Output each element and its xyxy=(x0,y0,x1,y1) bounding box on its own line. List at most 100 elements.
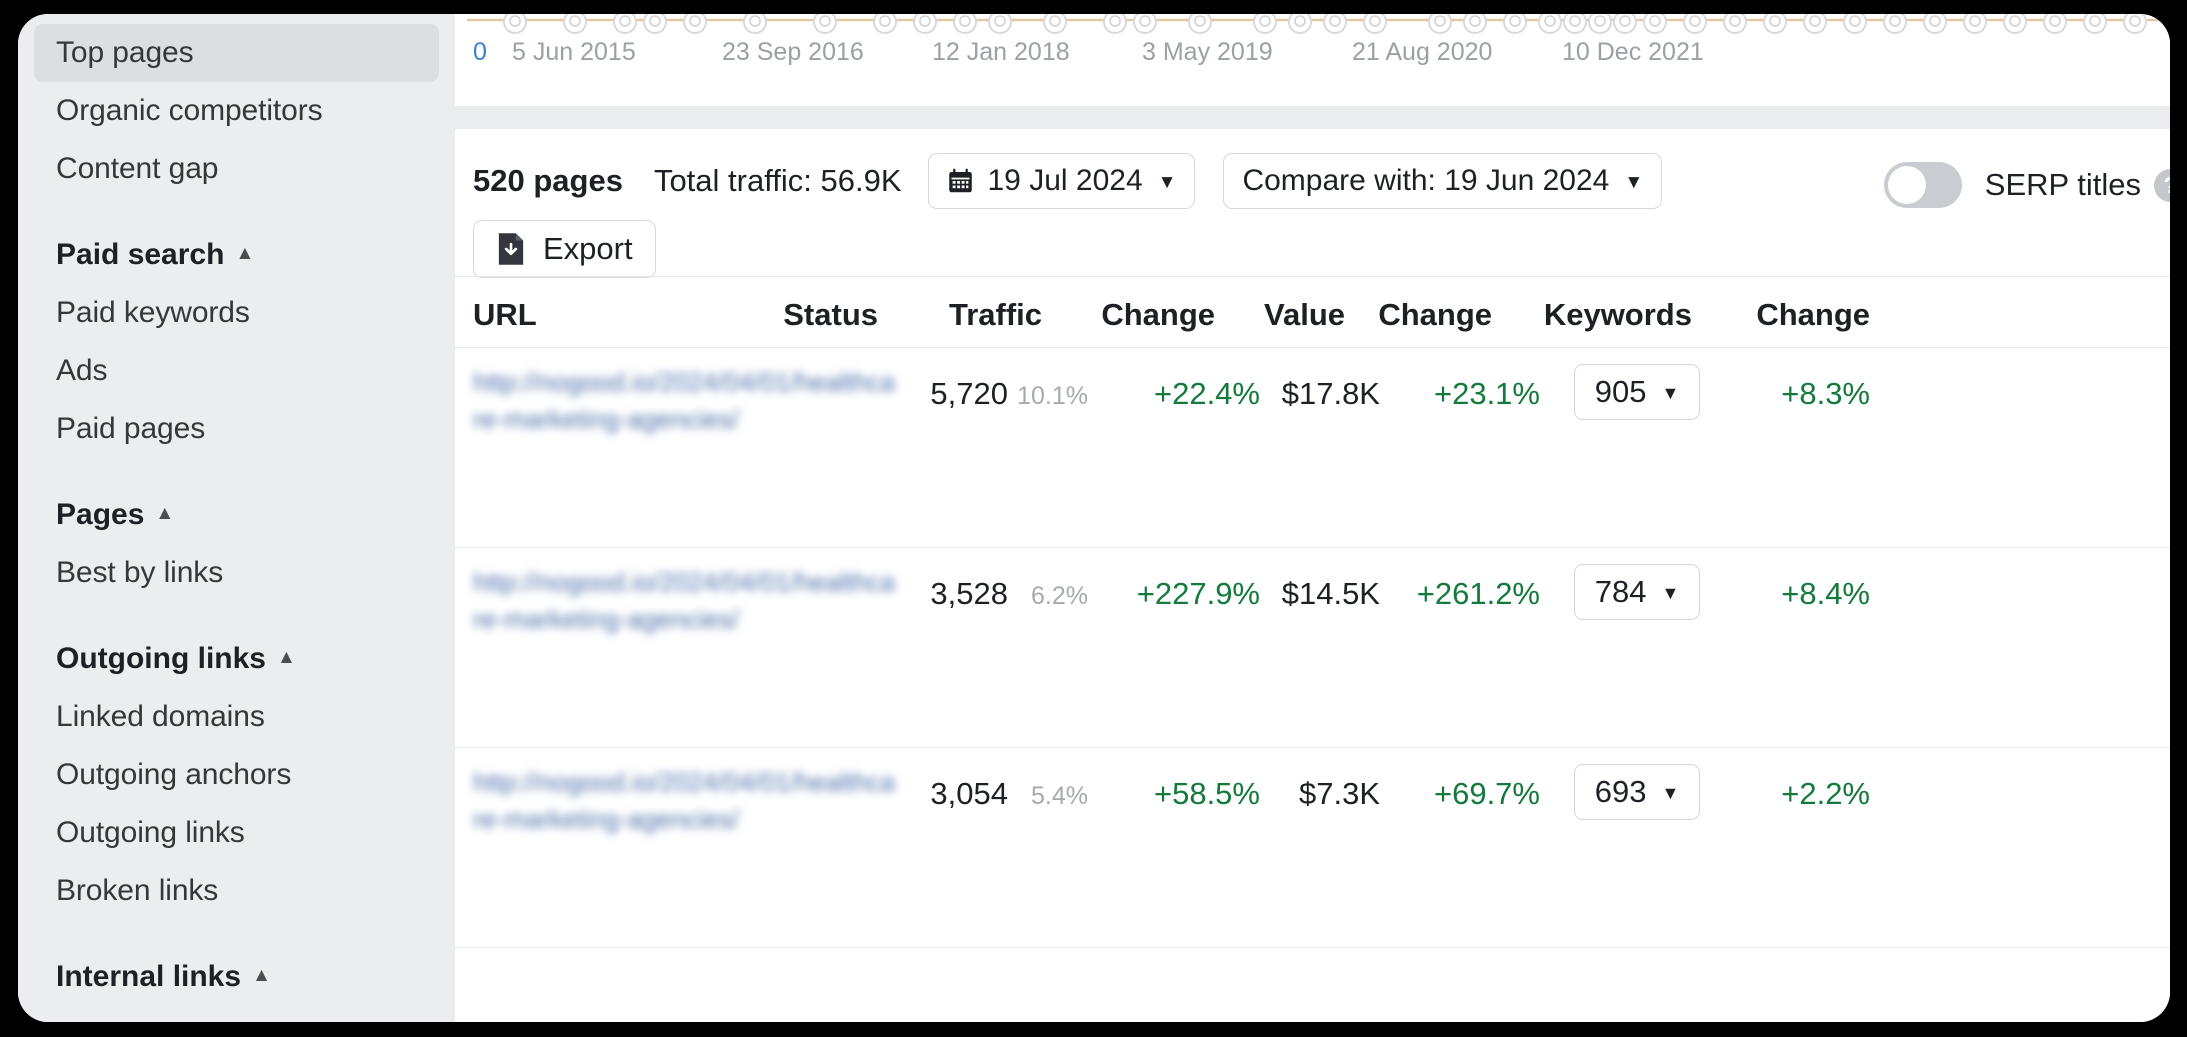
keywords-change-percent: +2.2% xyxy=(1781,776,1870,811)
column-header-change-7[interactable]: Change xyxy=(1756,297,1870,333)
traffic-change-percent: +22.4% xyxy=(1153,376,1260,411)
help-icon[interactable]: ? xyxy=(2154,168,2170,202)
chart-data-point-core xyxy=(1569,15,1581,27)
column-header-url-0[interactable]: URL xyxy=(473,297,537,333)
chart-data-point-core xyxy=(1689,15,1701,27)
traffic-value: 3,528 xyxy=(930,576,1008,611)
chart-x-axis: 0 5 Jun 2015 23 Sep 2016 12 Jan 2018 3 May … xyxy=(455,26,2170,72)
chart-data-point-core xyxy=(1849,15,1861,27)
page-url-link[interactable]: http://nogood.io/2024/04/01/healthcare-m… xyxy=(473,364,903,438)
compare-date-button[interactable]: Compare with: 19 Jun 2024 ▼ xyxy=(1223,153,1663,209)
chart-x-tick-label: 3 May 2019 xyxy=(1142,38,1273,66)
chevron-down-icon: ▼ xyxy=(1624,171,1644,193)
traffic-value: 5,720 xyxy=(930,376,1008,411)
table-row[interactable]: http://nogood.io/2024/04/01/healthcare-m… xyxy=(455,748,2170,948)
chart-data-point-core xyxy=(879,15,891,27)
card-gutter xyxy=(455,106,2170,129)
sidebar-item-label: Paid keywords xyxy=(56,296,250,329)
keywords-count: 784 xyxy=(1594,574,1647,609)
sidebar-item-ads[interactable]: Ads xyxy=(34,342,439,400)
chart-data-point-core xyxy=(959,15,971,27)
column-header-value-4[interactable]: Value xyxy=(1264,297,1345,333)
sidebar-item-paid-keywords[interactable]: Paid keywords xyxy=(34,284,439,342)
column-header-change-3[interactable]: Change xyxy=(1101,297,1215,333)
sidebar-item-label: Paid pages xyxy=(56,412,206,445)
chevron-up-icon: ▲ xyxy=(155,502,175,524)
chart-data-point-core xyxy=(2009,15,2021,27)
sidebar-item-label: Content gap xyxy=(56,152,219,185)
value-amount: $14.5K xyxy=(1281,576,1380,611)
sidebar-group-pages[interactable]: Pages ▲ xyxy=(34,486,439,544)
sidebar-item-outgoing-anchors[interactable]: Outgoing anchors xyxy=(34,746,439,804)
chart-data-point-core xyxy=(919,15,931,27)
sidebar-item-paid-pages[interactable]: Paid pages xyxy=(34,400,439,458)
chart-data-point-core xyxy=(1259,15,1271,27)
serp-titles-label: SERP titles xyxy=(1984,167,2141,202)
chart-data-point-core xyxy=(1509,15,1521,27)
sidebar-item-label: Top pages xyxy=(56,36,194,69)
column-header-keywords-6[interactable]: Keywords xyxy=(1544,297,1692,333)
total-traffic: Total traffic: 56.9K xyxy=(653,163,902,198)
sidebar-item-content-gap[interactable]: Content gap xyxy=(34,140,439,198)
sidebar-item-top-pages[interactable]: Top pages xyxy=(34,24,439,82)
value-change-percent: +261.2% xyxy=(1416,576,1540,611)
chart-x-tick-label: 21 Aug 2020 xyxy=(1352,38,1493,66)
chart-data-point-core xyxy=(689,15,701,27)
sidebar-group-internal-links[interactable]: Internal links ▲ xyxy=(34,948,439,1006)
table-row[interactable]: http://nogood.io/2024/04/01/healthcare-m… xyxy=(455,548,2170,748)
chart-data-point-core xyxy=(1969,15,1981,27)
sidebar-item-best-by-links[interactable]: Best by links xyxy=(34,544,439,602)
serp-titles-toggle[interactable] xyxy=(1883,162,1962,208)
table-toolbar: 520 pages Total traffic: 56.9K 19 Jul 20… xyxy=(455,129,2170,278)
sidebar-group-label: Paid search xyxy=(56,238,225,271)
pages-count: 520 pages xyxy=(473,163,623,198)
keywords-dropdown[interactable]: 693 ▼ xyxy=(1574,764,1700,820)
traffic-change-percent: +58.5% xyxy=(1153,776,1260,811)
table-row[interactable]: http://nogood.io/2024/04/01/healthcare-m… xyxy=(455,348,2170,548)
column-header-change-5[interactable]: Change xyxy=(1378,297,1492,333)
table-header-row: URL Status Traffic Change Value Change Keyword… xyxy=(455,276,2170,348)
traffic-change-percent: +227.9% xyxy=(1136,576,1260,611)
chevron-down-icon: ▼ xyxy=(1661,383,1680,403)
sidebar-item-broken-links[interactable]: Broken links xyxy=(34,862,439,920)
column-header-traffic-2[interactable]: Traffic xyxy=(949,297,1042,333)
chart-data-point-core xyxy=(1594,15,1606,27)
sidebar-group-paid-search[interactable]: Paid search ▲ xyxy=(34,226,439,284)
chart-data-point-core xyxy=(1049,15,1061,27)
column-header-status-1[interactable]: Status xyxy=(783,297,878,333)
sidebar-item-linked-domains[interactable]: Linked domains xyxy=(34,688,439,746)
chevron-up-icon: ▲ xyxy=(235,242,255,264)
table-body: http://nogood.io/2024/04/01/healthcare-m… xyxy=(455,348,2170,948)
sidebar-navigation: Top pages Organic competitors Content gap P… xyxy=(18,14,455,1022)
sidebar-item-organic-competitors[interactable]: Organic competitors xyxy=(34,82,439,140)
sidebar-item-outgoing-links[interactable]: Outgoing links xyxy=(34,804,439,862)
traffic-share-percent: 6.2% xyxy=(1031,582,1088,610)
calendar-icon xyxy=(948,168,972,193)
chart-data-point-core xyxy=(1769,15,1781,27)
chart-x-tick-label: 12 Jan 2018 xyxy=(932,38,1070,66)
chart-data-point-core xyxy=(749,15,761,27)
chevron-up-icon: ▲ xyxy=(252,964,271,986)
sidebar-group-outgoing-links[interactable]: Outgoing links ▲ xyxy=(34,630,439,688)
traffic-value: 3,054 xyxy=(930,776,1008,811)
device-bezel: Top pages Organic competitors Content gap P… xyxy=(0,0,2187,1037)
keywords-count: 905 xyxy=(1594,374,1647,409)
keywords-dropdown[interactable]: 784 ▼ xyxy=(1574,564,1700,620)
date-picker-button[interactable]: 19 Jul 2024 ▼ xyxy=(927,153,1196,209)
top-pages-card: 520 pages Total traffic: 56.9K 19 Jul 20… xyxy=(455,129,2170,1022)
sidebar-group-label: Pages xyxy=(56,498,145,531)
page-url-link[interactable]: http://nogood.io/2024/04/01/healthcare-m… xyxy=(473,764,903,838)
value-amount: $7.3K xyxy=(1298,776,1380,811)
chart-data-point-core xyxy=(1139,15,1151,27)
value-change-percent: +69.7% xyxy=(1433,776,1540,811)
chart-x-tick-label: 10 Dec 2021 xyxy=(1562,38,1704,66)
chart-data-point-core xyxy=(1929,15,1941,27)
page-url-link[interactable]: http://nogood.io/2024/04/01/healthcare-m… xyxy=(473,564,903,638)
chart-data-point-core xyxy=(1729,15,1741,27)
keywords-dropdown[interactable]: 905 ▼ xyxy=(1574,364,1700,420)
sidebar-group-label: Internal links xyxy=(56,960,242,993)
sidebar-group-spacer xyxy=(18,920,455,948)
export-button[interactable]: Export xyxy=(473,220,656,278)
sidebar-item-label: Organic competitors xyxy=(56,94,323,127)
chevron-down-icon: ▼ xyxy=(1661,783,1680,803)
